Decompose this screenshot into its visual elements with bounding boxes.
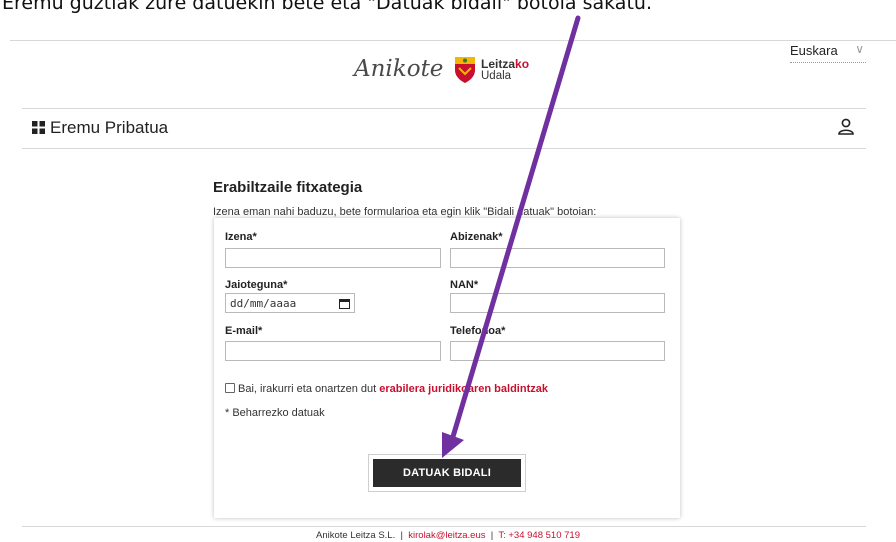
leitza-logo-text-b: ko: [515, 57, 530, 71]
required-note: * Beharrezko datuak: [225, 407, 325, 419]
instruction-caption: Eremu guztiak zure datuekin bete eta "Da…: [2, 0, 652, 14]
form-title: Erabiltzaile fitxategia: [213, 179, 363, 196]
surname-input[interactable]: [450, 248, 665, 268]
birthdate-placeholder: dd/mm/aaaa: [230, 296, 297, 310]
anikote-logo-text: Anikote: [354, 56, 444, 82]
language-select[interactable]: Euskara ∨: [790, 42, 866, 63]
header-divider-bottom: [22, 148, 866, 149]
footer-separator-2: |: [490, 530, 494, 541]
consent-checkbox[interactable]: [225, 383, 235, 393]
submit-button[interactable]: DATUAK BIDALI: [373, 459, 521, 487]
user-icon[interactable]: [837, 118, 855, 136]
birthdate-input[interactable]: dd/mm/aaaa: [225, 293, 355, 313]
consent-row: Bai, irakurri eta onartzen dut erabilera…: [225, 383, 548, 395]
submit-button-frame: DATUAK BIDALI: [368, 454, 526, 492]
footer-phone: T: +34 948 510 719: [498, 530, 580, 541]
shield-icon: [455, 57, 475, 83]
name-input[interactable]: [225, 248, 441, 268]
footer-separator-1: |: [400, 530, 403, 541]
chevron-down-icon: ∨: [855, 42, 864, 56]
language-selected-value: Euskara: [790, 43, 838, 58]
surname-label: Abizenak*: [450, 231, 503, 243]
registration-form-card: Izena* Abizenak* Jaioteguna* dd/mm/aaaa …: [214, 218, 680, 518]
form-intro: Izena eman nahi baduzu, bete formularioa…: [213, 206, 597, 218]
name-label: Izena*: [225, 231, 257, 243]
anikote-logo: Anikote: [354, 56, 443, 82]
leitza-logo-text-a: Leitza: [481, 57, 516, 71]
terms-link[interactable]: erabilera juridikoaren baldintzak: [379, 383, 548, 395]
phone-label: Telefonoa*: [450, 325, 506, 337]
grid-icon: [32, 121, 45, 134]
page-title: Eremu Pribatua: [32, 118, 168, 138]
leitza-logo-line2: Udala: [481, 70, 512, 82]
consent-text: Bai, irakurri eta onartzen dut: [238, 383, 380, 395]
footer-divider: [22, 526, 866, 527]
birthdate-label: Jaioteguna*: [225, 279, 288, 291]
page-title-text: Eremu Pribatua: [50, 118, 169, 137]
top-divider: [10, 40, 896, 41]
footer-email-link[interactable]: kirolak@leitza.eus: [408, 530, 485, 541]
leitza-logo-line1: Leitzako: [481, 57, 529, 71]
footer: Anikote Leitza S.L. | kirolak@leitza.eus…: [0, 530, 896, 541]
header-divider-top: [22, 108, 866, 109]
footer-company: Anikote Leitza S.L.: [316, 530, 396, 541]
calendar-icon[interactable]: [339, 298, 350, 309]
phone-input[interactable]: [450, 341, 665, 361]
email-input[interactable]: [225, 341, 441, 361]
nan-input[interactable]: [450, 293, 665, 313]
email-label: E-mail*: [225, 325, 263, 337]
nan-label: NAN*: [450, 279, 479, 291]
